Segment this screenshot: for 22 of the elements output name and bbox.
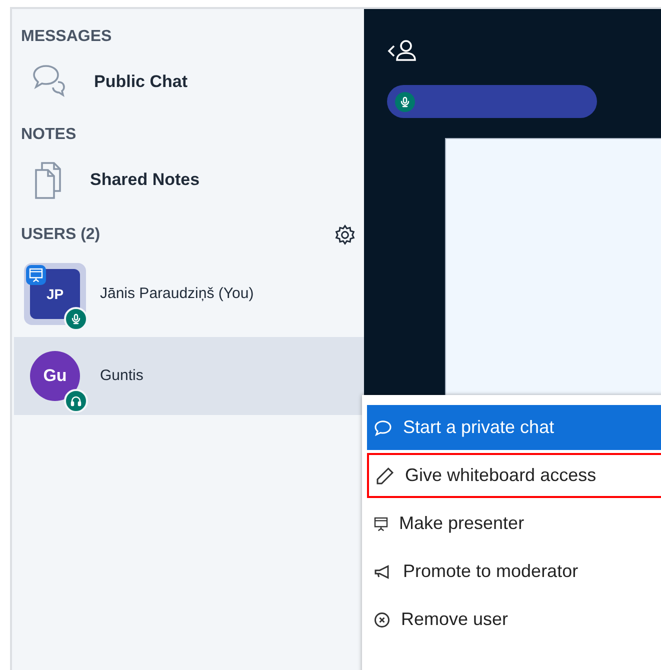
menu-item[interactable]: Promote to moderator — [367, 549, 661, 594]
presenter-icon — [373, 516, 389, 532]
menu-item[interactable]: Make presenter — [367, 501, 661, 546]
menu-item[interactable]: Give whiteboard access — [367, 453, 661, 498]
menu-item[interactable]: Remove user — [367, 597, 661, 642]
close-circle-icon — [373, 610, 391, 628]
user-name: Jānis Paraudziņš (You) — [100, 284, 254, 304]
microphone-icon — [64, 307, 88, 331]
pencil-icon — [375, 466, 395, 486]
sidebar-item[interactable]: Public Chat — [12, 49, 364, 115]
sidebar-item[interactable]: Shared Notes — [12, 147, 364, 213]
section-heading: MESSAGES — [20, 27, 113, 47]
user-name: Guntis — [100, 366, 144, 386]
section-heading: NOTES — [20, 125, 78, 145]
user-row[interactable]: Gu Guntis — [14, 337, 364, 415]
menu-item[interactable]: Start a private chat — [367, 405, 661, 450]
user-avatar: Gu — [30, 351, 80, 401]
settings-icon[interactable] — [334, 224, 356, 246]
section-heading: USERS (2) — [21, 225, 100, 245]
user-row[interactable]: JP Jānis Paraudziņš (You) — [14, 255, 364, 333]
headphones-icon — [64, 389, 88, 413]
chat-bubble-icon — [373, 418, 393, 438]
